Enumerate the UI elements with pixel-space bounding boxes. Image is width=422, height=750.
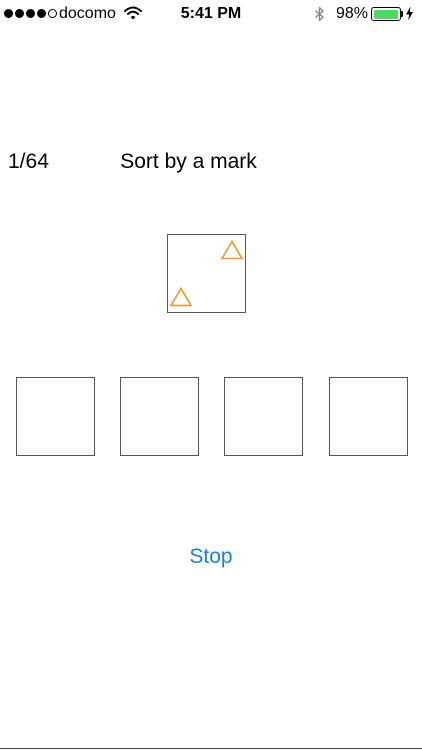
battery-level-fill bbox=[373, 9, 398, 19]
sort-slot-3[interactable] bbox=[224, 377, 303, 456]
title-text: Sort by a mark bbox=[120, 150, 257, 173]
sort-slot-1[interactable] bbox=[16, 377, 95, 456]
bottom-divider bbox=[0, 748, 422, 749]
triangle-mark-icon bbox=[220, 239, 244, 260]
battery-percentage: 98% bbox=[336, 5, 369, 22]
triangle-mark-icon bbox=[169, 286, 193, 307]
bluetooth-icon bbox=[314, 6, 325, 27]
sort-slot-4[interactable] bbox=[329, 377, 408, 456]
battery-icon bbox=[371, 7, 401, 21]
current-card[interactable] bbox=[167, 234, 246, 313]
status-bar: docomo 5:41 PM 98% bbox=[0, 0, 422, 30]
sort-slot-2[interactable] bbox=[120, 377, 199, 456]
charging-bolt-icon bbox=[405, 6, 414, 26]
page-title: Sort by a mark bbox=[0, 150, 422, 174]
battery-nub bbox=[401, 11, 403, 17]
card-marks bbox=[169, 239, 244, 307]
stop-button[interactable]: Stop bbox=[171, 541, 251, 573]
